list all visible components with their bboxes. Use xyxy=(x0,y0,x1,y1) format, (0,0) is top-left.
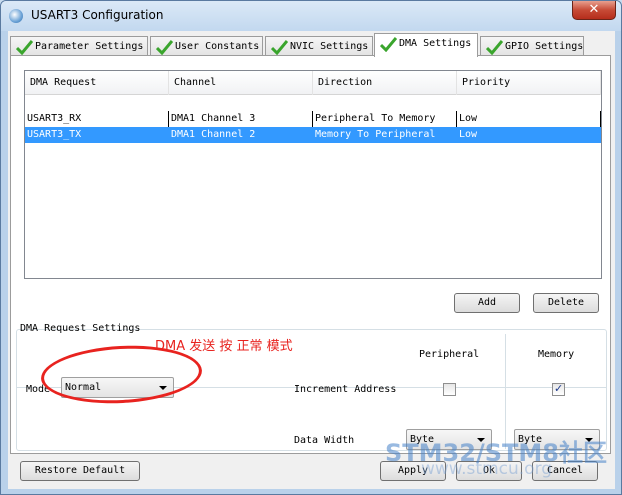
tab-label: NVIC Settings xyxy=(290,41,369,52)
column-header-dma-request[interactable]: DMA Request xyxy=(25,71,169,95)
app-icon xyxy=(9,9,23,23)
watermark-url: www.stmcu.org xyxy=(421,459,553,479)
data-width-label: Data Width xyxy=(294,435,355,446)
add-button[interactable]: Add xyxy=(454,293,520,313)
restore-default-button[interactable]: Restore Default xyxy=(20,461,140,481)
tab-label: DMA Settings xyxy=(399,38,472,49)
cell-direction: Peripheral To Memory xyxy=(313,111,457,127)
peripheral-header: Peripheral xyxy=(419,349,480,360)
check-icon xyxy=(156,40,173,55)
check-icon xyxy=(271,40,288,55)
check-icon xyxy=(380,37,397,52)
column-header-channel[interactable]: Channel xyxy=(169,71,313,95)
column-header-priority[interactable]: Priority xyxy=(457,71,601,95)
close-button[interactable]: ✕ xyxy=(572,1,616,20)
check-icon xyxy=(486,40,503,55)
cell-channel: DMA1 Channel 3 xyxy=(169,111,313,127)
tab-parameter-settings[interactable]: Parameter Settings xyxy=(10,36,148,57)
dma-request-table[interactable]: DMA Request Channel Direction Priority U… xyxy=(24,70,602,279)
column-header-direction[interactable]: Direction xyxy=(313,71,457,95)
check-mark-icon: ✓ xyxy=(554,382,564,395)
table-row[interactable]: USART3_RX DMA1 Channel 3 Peripheral To M… xyxy=(25,111,601,127)
cell-priority: Low xyxy=(457,111,601,127)
cell-dma-request: USART3_RX xyxy=(25,111,169,127)
increment-peripheral-checkbox[interactable] xyxy=(443,383,456,396)
tab-label: User Constants xyxy=(175,41,260,52)
delete-button[interactable]: Delete xyxy=(533,293,599,313)
check-icon xyxy=(16,40,33,55)
usart3-config-window: USART3 Configuration ✕ Parameter Setting… xyxy=(0,0,622,495)
dma-settings-panel: DMA Request Channel Direction Priority U… xyxy=(10,55,611,454)
table-header: DMA Request Channel Direction Priority xyxy=(25,71,601,95)
increment-memory-checkbox[interactable]: ✓ xyxy=(552,382,565,396)
tab-bar: Parameter Settings User Constants NVIC S… xyxy=(10,33,610,57)
tab-dma-settings[interactable]: DMA Settings xyxy=(374,33,478,57)
tab-label: Parameter Settings xyxy=(35,41,144,52)
window-title: USART3 Configuration xyxy=(31,8,164,22)
tab-gpio-settings[interactable]: GPIO Settings xyxy=(480,36,584,57)
dialog-client: Parameter Settings User Constants NVIC S… xyxy=(8,31,615,489)
cell-dma-request: USART3_TX xyxy=(27,129,82,140)
tab-nvic-settings[interactable]: NVIC Settings xyxy=(265,36,373,57)
title-bar[interactable]: USART3 Configuration ✕ xyxy=(1,1,621,31)
tab-label: GPIO Settings xyxy=(505,41,584,52)
column-divider xyxy=(505,334,506,449)
cell-priority: Low xyxy=(459,129,478,140)
cell-channel: DMA1 Channel 2 xyxy=(171,129,256,140)
cell-direction: Memory To Peripheral xyxy=(315,129,436,140)
tab-user-constants[interactable]: User Constants xyxy=(150,36,263,57)
group-label: DMA Request Settings xyxy=(20,323,141,334)
increment-address-label: Increment Address xyxy=(294,384,397,395)
memory-header: Memory xyxy=(538,349,575,360)
table-row[interactable]: USART3_TX DMA1 Channel 2 Memory To Perip… xyxy=(25,127,601,143)
